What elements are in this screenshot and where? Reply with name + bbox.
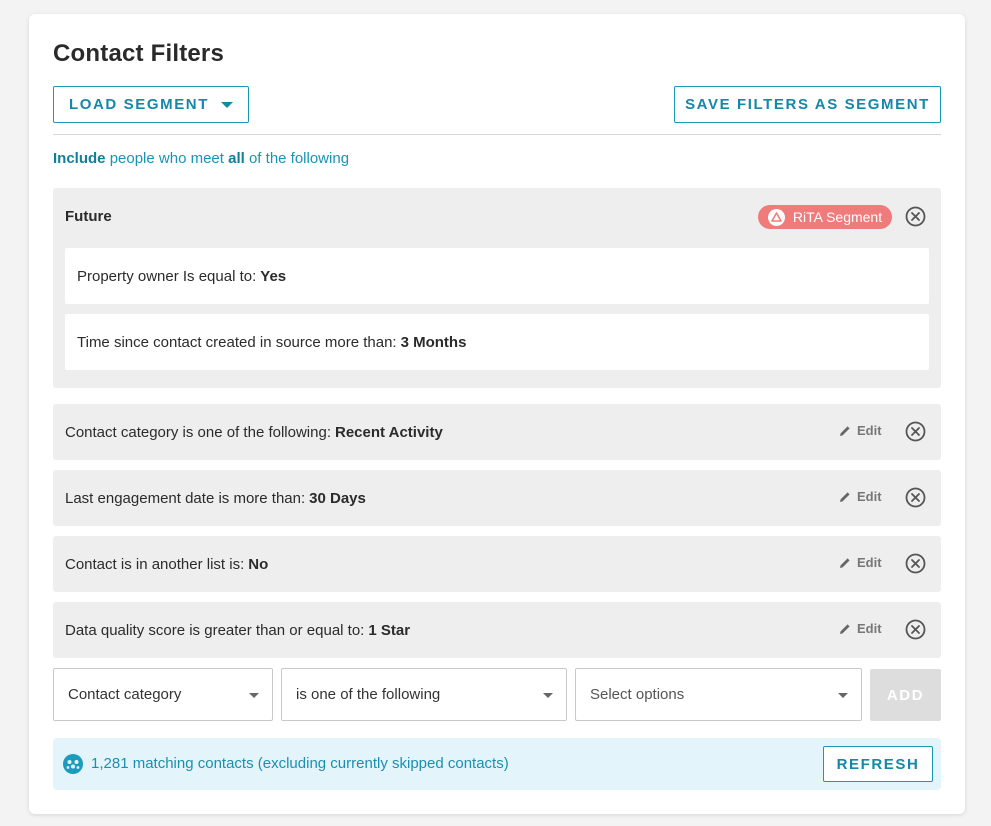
caret-down-icon bbox=[221, 101, 234, 108]
edit-filter-button[interactable]: Edit bbox=[839, 555, 882, 570]
filter-value: 30 Days bbox=[309, 489, 366, 507]
refresh-button[interactable]: REFRESH bbox=[823, 746, 933, 782]
remove-filter-icon[interactable] bbox=[905, 487, 926, 508]
remove-segment-group-icon[interactable] bbox=[905, 206, 926, 227]
filter-row-contact-category: Contact category is one of the following… bbox=[53, 404, 941, 460]
filter-label: Contact is in another list is: bbox=[65, 555, 245, 573]
header-divider bbox=[53, 134, 941, 135]
add-label: ADD bbox=[886, 686, 925, 704]
contact-filters-card: Contact Filters LOAD SEGMENT SAVE FILTER… bbox=[29, 14, 965, 814]
segment-group-title: Future bbox=[65, 208, 112, 225]
segment-rule-label: Time since contact created in source mor… bbox=[77, 333, 397, 351]
include-end-text: of the following bbox=[248, 150, 350, 167]
edit-filter-button[interactable]: Edit bbox=[839, 489, 882, 504]
matching-contacts-bar: 1,281 matching contacts (excluding curre… bbox=[53, 738, 941, 790]
segment-group-future: Future RiTA Segment Property owner Is eq… bbox=[53, 188, 941, 388]
edit-label: Edit bbox=[857, 555, 882, 570]
filter-value: Recent Activity bbox=[335, 423, 443, 441]
segment-rule-row: Property owner Is equal to: Yes bbox=[65, 248, 929, 304]
pencil-icon bbox=[840, 425, 850, 436]
segment-rule-row: Time since contact created in source mor… bbox=[65, 314, 929, 370]
pencil-icon bbox=[840, 623, 850, 634]
include-rule-sentence: Include people who meet all of the follo… bbox=[53, 150, 349, 167]
filter-field-value: Contact category bbox=[68, 686, 182, 703]
edit-label: Edit bbox=[857, 423, 882, 438]
rita-segment-badge: RiTA Segment bbox=[758, 205, 892, 229]
remove-filter-icon[interactable] bbox=[905, 619, 926, 640]
matching-contacts-text: 1,281 matching contacts (excluding curre… bbox=[91, 755, 509, 772]
edit-label: Edit bbox=[857, 489, 882, 504]
load-segment-button[interactable]: LOAD SEGMENT bbox=[53, 86, 249, 123]
people-group-icon bbox=[63, 754, 83, 774]
segment-rule-value: Yes bbox=[260, 267, 287, 285]
chevron-down-icon bbox=[249, 693, 259, 698]
filter-operator-select[interactable]: is one of the following bbox=[281, 668, 567, 721]
pencil-icon bbox=[840, 491, 850, 502]
warning-triangle-icon bbox=[767, 208, 785, 226]
filter-row-data-quality: Data quality score is greater than or eq… bbox=[53, 602, 941, 658]
chevron-down-icon bbox=[543, 693, 553, 698]
segment-rule-label: Property owner Is equal to: bbox=[77, 267, 257, 285]
load-segment-label: LOAD SEGMENT bbox=[68, 96, 210, 113]
rita-segment-label: RiTA Segment bbox=[792, 209, 883, 225]
remove-filter-icon[interactable] bbox=[905, 421, 926, 442]
chevron-down-icon bbox=[838, 693, 848, 698]
refresh-label: REFRESH bbox=[836, 755, 920, 773]
page-title: Contact Filters bbox=[53, 40, 225, 67]
all-keyword[interactable]: all bbox=[228, 150, 245, 167]
filter-row-another-list: Contact is in another list is: No Edit bbox=[53, 536, 941, 592]
filter-label: Data quality score is greater than or eq… bbox=[65, 621, 365, 639]
filter-label: Contact category is one of the following… bbox=[65, 423, 331, 441]
filter-row-last-engagement: Last engagement date is more than: 30 Da… bbox=[53, 470, 941, 526]
save-filters-as-segment-button[interactable]: SAVE FILTERS AS SEGMENT bbox=[674, 86, 941, 123]
include-middle-text: people who meet bbox=[109, 150, 224, 167]
filter-label: Last engagement date is more than: bbox=[65, 489, 306, 507]
filter-value: No bbox=[248, 555, 269, 573]
edit-filter-button[interactable]: Edit bbox=[839, 423, 882, 438]
edit-filter-button[interactable]: Edit bbox=[839, 621, 882, 636]
remove-filter-icon[interactable] bbox=[905, 553, 926, 574]
save-segment-label: SAVE FILTERS AS SEGMENT bbox=[685, 96, 930, 113]
pencil-icon bbox=[840, 557, 850, 568]
edit-label: Edit bbox=[857, 621, 882, 636]
add-filter-button[interactable]: ADD bbox=[870, 669, 941, 721]
filter-field-select[interactable]: Contact category bbox=[53, 668, 273, 721]
segment-rule-value: 3 Months bbox=[400, 333, 467, 351]
filter-operator-value: is one of the following bbox=[296, 686, 441, 703]
filter-value: 1 Star bbox=[368, 621, 411, 639]
include-keyword[interactable]: Include bbox=[53, 150, 106, 167]
filter-options-placeholder: Select options bbox=[590, 686, 685, 703]
filter-options-select[interactable]: Select options bbox=[575, 668, 862, 721]
